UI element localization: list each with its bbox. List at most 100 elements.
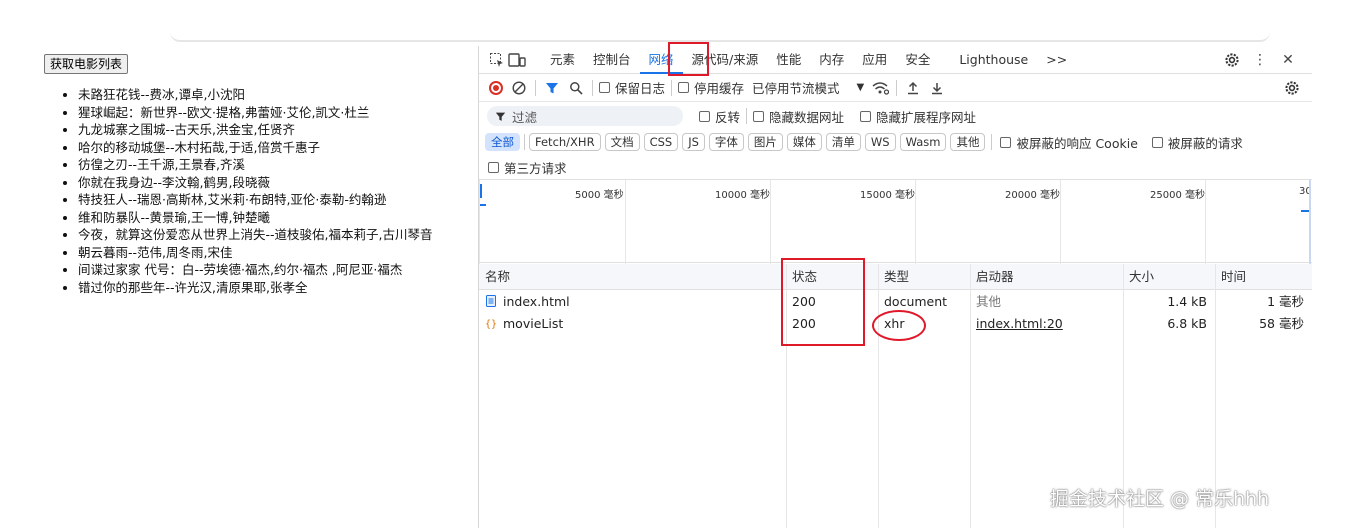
column-header-type[interactable]: 类型 [878, 264, 909, 290]
table-row[interactable]: index.html 200 document 其他 1.4 kB 1 毫秒 [479, 291, 1312, 313]
type-filter-bar: 全部 Fetch/XHR 文档 CSS JS 字体 图片 媒体 清单 WS Wa… [479, 130, 1312, 154]
filter-media[interactable]: 媒体 [786, 133, 822, 151]
timeline-gridline [915, 180, 916, 264]
throttle-select[interactable]: 已停用节流模式 ▼ [752, 78, 864, 97]
network-conditions-icon[interactable] [870, 78, 890, 98]
tab-sources[interactable]: 源代码/来源 [683, 46, 768, 74]
filter-manifest[interactable]: 清单 [825, 133, 861, 151]
list-item: 彷徨之刃--王千源,王景春,齐溪 [78, 156, 432, 174]
filter-input[interactable]: 过滤 [487, 106, 683, 126]
checkbox-box[interactable] [599, 82, 610, 93]
list-item: 未路狂花钱--费冰,谭卓,小沈阳 [78, 86, 432, 104]
devtools-tabbar: 元素 控制台 网络 源代码/来源 性能 内存 应用 安全 Lighthouse … [479, 42, 1312, 76]
request-time-cell: 58 毫秒 [1259, 316, 1304, 331]
filter-fetch-xhr[interactable]: Fetch/XHR [529, 133, 601, 151]
address-bar-edge [170, 28, 1270, 42]
timeline-gridline [625, 180, 626, 264]
filter-icon[interactable] [542, 78, 562, 98]
column-header-name[interactable]: 名称 [479, 264, 510, 290]
checkbox-box[interactable] [1151, 136, 1163, 148]
network-overview-timeline[interactable]: 5000 毫秒 10000 毫秒 15000 毫秒 20000 毫秒 25000… [479, 179, 1312, 264]
browser-top-strip [0, 0, 1351, 46]
blocked-cookies-checkbox[interactable]: 被屏蔽的响应 Cookie [1000, 133, 1138, 152]
timeline-tick-label: 15000 毫秒 [860, 190, 915, 201]
search-icon[interactable] [566, 78, 586, 98]
filter-js[interactable]: JS [682, 133, 705, 151]
checkbox-box[interactable] [699, 110, 710, 122]
hide-extension-urls-checkbox[interactable]: 隐藏扩展程序网址 [860, 107, 976, 126]
export-har-icon[interactable] [927, 78, 947, 98]
request-name-cell[interactable]: index.html [479, 291, 786, 313]
tab-memory[interactable]: 内存 [810, 46, 853, 74]
request-status-cell: 200 [792, 316, 816, 331]
checkbox-box[interactable] [488, 161, 499, 173]
close-icon[interactable]: ✕ [1278, 50, 1298, 70]
third-party-row: 第三方请求 [479, 156, 1312, 178]
filter-ws[interactable]: WS [864, 133, 896, 151]
checkbox-box[interactable] [678, 82, 690, 93]
timeline-tick-label: 5000 毫秒 [575, 190, 624, 201]
device-toolbar-icon[interactable] [507, 50, 527, 70]
timeline-gridline [1205, 180, 1206, 264]
third-party-checkbox[interactable]: 第三方请求 [488, 158, 567, 177]
column-header-size[interactable]: 大小 [1123, 264, 1154, 290]
clear-icon[interactable] [509, 78, 529, 98]
tab-application[interactable]: 应用 [853, 46, 896, 74]
filter-wasm[interactable]: Wasm [899, 133, 947, 151]
timeline-tick-label: 10000 毫秒 [715, 190, 770, 201]
filter-toolbar: 过滤 反转 隐藏数据网址 隐藏扩展程序网址 [479, 103, 1312, 129]
request-initiator-link[interactable]: index.html:20 [970, 313, 1063, 335]
tab-elements[interactable]: 元素 [541, 46, 584, 74]
request-size-cell: 6.8 kB [1167, 316, 1207, 331]
network-settings-icon[interactable] [1282, 78, 1302, 98]
column-header-initiator[interactable]: 启动器 [970, 264, 1014, 290]
blocked-requests-checkbox[interactable]: 被屏蔽的请求 [1151, 133, 1243, 152]
record-stop-icon[interactable] [489, 80, 503, 95]
request-type-cell: xhr [884, 316, 905, 331]
timeline-gridline [770, 180, 771, 264]
inspect-element-icon[interactable] [487, 50, 507, 70]
watermark-text: 掘金技术社区 @ 常乐hhh [1050, 488, 1270, 510]
svg-text:{}: {} [485, 319, 497, 329]
list-item: 维和防暴队--黄景瑜,王一博,钟楚曦 [78, 209, 432, 227]
network-toolbar: 保留日志 停用缓存 已停用节流模式 ▼ [479, 74, 1312, 102]
xhr-braces-icon: {} [485, 319, 497, 329]
web-page: 获取电影列表 未路狂花钱--费冰,谭卓,小沈阳 猩球崛起：新世界--欧文·提格,… [0, 46, 478, 528]
column-header-time[interactable]: 时间 [1215, 264, 1246, 290]
get-movie-list-button[interactable]: 获取电影列表 [44, 54, 129, 74]
tab-network[interactable]: 网络 [639, 46, 683, 74]
table-row[interactable]: {} movieList 200 xhr index.html:20 6.8 kB… [479, 313, 1312, 335]
hide-data-urls-checkbox[interactable]: 隐藏数据网址 [753, 107, 844, 126]
tab-console[interactable]: 控制台 [584, 46, 640, 74]
devtools-panel: 元素 控制台 网络 源代码/来源 性能 内存 应用 安全 Lighthouse … [478, 42, 1312, 528]
document-file-icon [486, 295, 496, 307]
checkbox-box[interactable] [753, 110, 765, 122]
request-name-cell[interactable]: {} movieList [479, 313, 786, 335]
request-status-cell: 200 [792, 294, 816, 309]
column-header-status[interactable]: 状态 [786, 264, 817, 290]
filter-other[interactable]: 其他 [950, 133, 986, 151]
tab-security[interactable]: 安全 [896, 46, 939, 74]
more-options-icon[interactable]: ⋮ [1250, 50, 1270, 70]
list-item: 错过你的那些年--许光汉,清原果耶,张孝全 [78, 279, 432, 297]
filter-all[interactable]: 全部 [485, 133, 520, 151]
preserve-log-checkbox[interactable]: 保留日志 [599, 78, 665, 97]
filter-css[interactable]: CSS [643, 133, 679, 151]
tab-lighthouse[interactable]: Lighthouse [939, 46, 1037, 74]
disable-cache-checkbox[interactable]: 停用缓存 [678, 78, 744, 97]
devtools-right-icons: ⋮ ✕ [1222, 50, 1312, 70]
checkbox-box[interactable] [860, 110, 872, 122]
filter-doc[interactable]: 文档 [604, 133, 640, 151]
timeline-tick-label: 20000 毫秒 [1005, 190, 1060, 201]
list-item: 猩球崛起：新世界--欧文·提格,弗蕾娅·艾伦,凯文·杜兰 [78, 104, 432, 122]
settings-gear-icon[interactable] [1222, 50, 1242, 70]
request-type-cell: document [884, 294, 948, 309]
invert-checkbox[interactable]: 反转 [699, 107, 740, 126]
tab-performance[interactable]: 性能 [767, 46, 810, 74]
filter-img[interactable]: 图片 [747, 133, 783, 151]
timeline-request-mark [1309, 180, 1311, 264]
checkbox-box[interactable] [1000, 136, 1012, 148]
more-tabs-button[interactable]: >> [1037, 46, 1076, 74]
filter-font[interactable]: 字体 [708, 133, 744, 151]
import-har-icon[interactable] [903, 78, 923, 98]
